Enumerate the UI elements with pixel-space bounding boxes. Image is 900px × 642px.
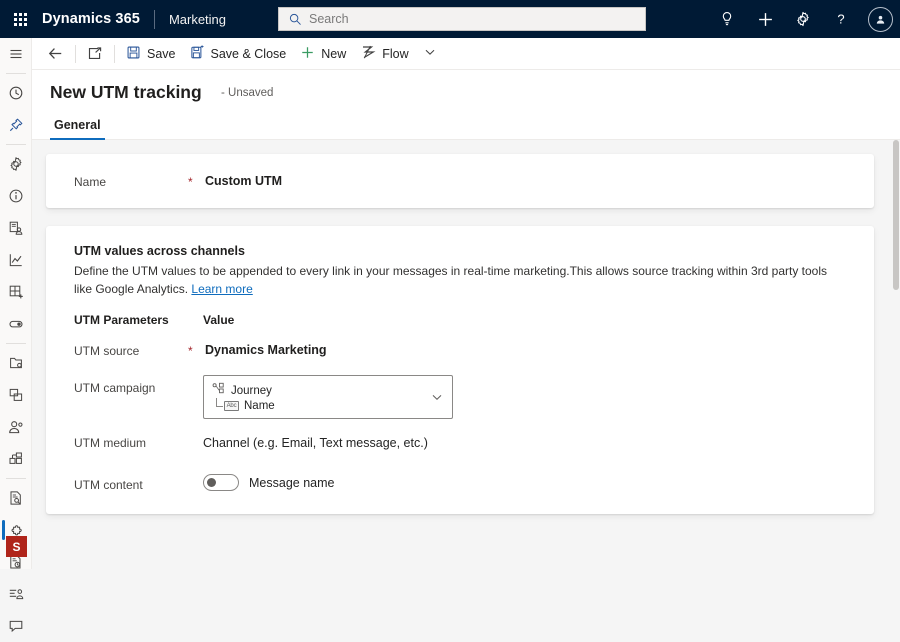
command-bar: Save Save & Close New Flow (32, 38, 900, 70)
record-state-label: - Unsaved (221, 87, 274, 99)
top-navigation-bar: Dynamics 365 Marketing Search ? (0, 0, 900, 38)
gear-icon[interactable] (784, 0, 822, 38)
section-title: UTM values across channels (74, 244, 245, 258)
utm-source-label: UTM source (74, 344, 140, 358)
combo-token-secondary: Abc Name (224, 400, 275, 412)
utm-source-value[interactable]: Dynamics Marketing (205, 343, 327, 357)
utm-campaign-combobox[interactable]: Journey Abc Name (203, 375, 453, 419)
chevron-down-icon (423, 45, 437, 62)
svg-text:?: ? (837, 11, 844, 26)
tab-strip: General (50, 112, 105, 140)
scrollbar-thumb[interactable] (893, 140, 899, 290)
form-header: New UTM tracking - Unsaved General (32, 70, 900, 140)
sidebar-messages[interactable] (0, 610, 32, 642)
rail-separator (5, 73, 26, 74)
top-nav-actions: ? (708, 0, 900, 38)
sidebar-audience[interactable] (0, 212, 32, 244)
plus-icon (300, 45, 315, 63)
save-icon (126, 45, 141, 63)
page-title: New UTM tracking (50, 82, 202, 102)
sidebar-contacts[interactable] (0, 411, 32, 443)
search-input[interactable]: Search (278, 7, 646, 31)
chevron-down-icon[interactable] (430, 390, 444, 409)
tree-elbow-connector (216, 398, 223, 407)
sidebar-settings[interactable] (0, 148, 32, 180)
name-card: Name * Custom UTM (46, 154, 874, 208)
toggle-knob (207, 478, 216, 487)
save-button[interactable]: Save (119, 39, 183, 69)
left-rail: S (0, 38, 32, 633)
search-placeholder: Search (309, 12, 349, 26)
rail-separator (5, 343, 26, 344)
sidebar-assets[interactable] (0, 347, 32, 379)
utm-campaign-label: UTM campaign (74, 381, 156, 395)
rail-separator (5, 144, 26, 145)
sidebar-lists[interactable] (0, 578, 32, 610)
section-description-text: Define the UTM values to be appended to … (74, 264, 828, 296)
sidebar-copy[interactable] (0, 379, 32, 411)
app-name-label[interactable]: Marketing (169, 12, 226, 27)
table-header-value: Value (203, 313, 235, 327)
utm-source-required-marker: * (188, 344, 193, 358)
sidebar-pinned[interactable] (0, 109, 32, 141)
question-icon[interactable]: ? (822, 0, 860, 38)
sidebar-toggles[interactable] (0, 308, 32, 340)
new-label: New (321, 46, 347, 61)
status-badge[interactable]: S (6, 536, 27, 557)
app-launcher-icon[interactable] (0, 0, 40, 38)
tab-general[interactable]: General (50, 112, 105, 140)
command-separator (75, 44, 76, 63)
utm-medium-value: Channel (e.g. Email, Text message, etc.) (203, 436, 428, 450)
save-close-label: Save & Close (210, 46, 287, 61)
save-label: Save (147, 46, 176, 61)
section-description: Define the UTM values to be appended to … (74, 262, 834, 298)
brand-label[interactable]: Dynamics 365 (40, 11, 140, 27)
sidebar-hamburger[interactable] (0, 38, 32, 70)
sidebar-analytics[interactable] (0, 244, 32, 276)
waffle-grid (13, 12, 27, 26)
popout-button[interactable] (80, 39, 110, 69)
sidebar-forms[interactable] (0, 482, 32, 514)
lightbulb-icon[interactable] (708, 0, 746, 38)
save-and-close-button[interactable]: Save & Close (183, 39, 294, 69)
abc-field-icon: Abc (224, 401, 239, 411)
avatar-circle (867, 6, 893, 32)
utm-medium-label: UTM medium (74, 436, 147, 450)
plus-icon[interactable] (746, 0, 784, 38)
rail-separator (5, 478, 26, 479)
name-field-value[interactable]: Custom UTM (205, 174, 282, 188)
table-header-parameter: UTM Parameters (74, 313, 169, 327)
sidebar-templates[interactable] (0, 276, 32, 308)
search-icon (286, 7, 304, 31)
utm-content-label: UTM content (74, 478, 143, 492)
command-separator (114, 44, 115, 63)
overflow-chevron-button[interactable] (416, 39, 444, 69)
utm-values-card: UTM values across channels Define the UT… (46, 226, 874, 514)
sidebar-segments[interactable] (0, 443, 32, 475)
sidebar-overview[interactable] (0, 180, 32, 212)
flow-button[interactable]: Flow (353, 39, 415, 69)
sidebar-recent[interactable] (0, 77, 32, 109)
name-required-marker: * (188, 175, 193, 189)
combo-primary-label: Journey (231, 385, 272, 397)
combo-secondary-label: Name (244, 400, 275, 412)
back-button[interactable] (40, 39, 71, 69)
save-close-icon (190, 44, 205, 63)
learn-more-link[interactable]: Learn more (191, 282, 252, 296)
new-button[interactable]: New (293, 39, 353, 69)
utm-content-value: Message name (249, 476, 335, 490)
flow-label: Flow (382, 46, 409, 61)
nav-divider (153, 9, 155, 29)
flow-icon (360, 44, 376, 63)
utm-content-toggle[interactable] (203, 474, 239, 491)
name-field-label: Name (74, 175, 107, 189)
avatar[interactable] (860, 0, 900, 38)
vertical-scrollbar[interactable] (892, 140, 900, 569)
